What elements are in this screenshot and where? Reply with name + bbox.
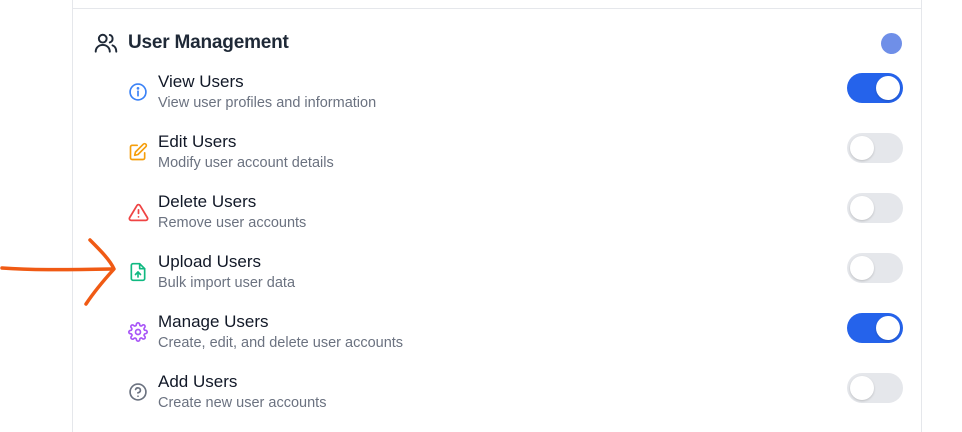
permission-row-manage-users: Manage Users Create, edit, and delete us… [125, 312, 905, 356]
add-users-toggle[interactable] [847, 373, 903, 403]
permissions-card: User Management View Users View user pro… [72, 0, 922, 432]
permission-title: Upload Users [158, 252, 261, 271]
users-icon [93, 30, 119, 56]
view-users-toggle[interactable] [847, 73, 903, 103]
permission-description: View user profiles and information [158, 95, 377, 111]
warning-icon [127, 201, 149, 223]
toggle-knob [850, 376, 874, 400]
permission-title: Manage Users [158, 312, 269, 331]
permission-description: Bulk import user data [158, 275, 296, 291]
permission-title: Add Users [158, 372, 238, 391]
toggle-knob [850, 196, 874, 220]
permission-description: Modify user account details [158, 155, 334, 171]
gear-icon [127, 321, 149, 343]
permission-title: Delete Users [158, 192, 257, 211]
permission-title: Edit Users [158, 132, 237, 151]
card-divider [73, 8, 921, 9]
toggle-knob [876, 316, 900, 340]
permission-row-add-users: Add Users Create new user accounts [125, 372, 905, 416]
permission-description: Remove user accounts [158, 215, 307, 231]
upload-users-toggle[interactable] [847, 253, 903, 283]
section-status-dot [881, 33, 902, 54]
permission-row-delete-users: Delete Users Remove user accounts [125, 192, 905, 236]
permissions-screen: User Management View Users View user pro… [0, 0, 962, 432]
permission-row-edit-users: Edit Users Modify user account details [125, 132, 905, 176]
annotation-arrow-icon [0, 238, 116, 306]
edit-users-toggle[interactable] [847, 133, 903, 163]
permission-title: View Users [158, 72, 244, 91]
info-icon [127, 81, 149, 103]
permission-description: Create, edit, and delete user accounts [158, 335, 404, 351]
file-upload-icon [127, 261, 149, 283]
permission-row-view-users: View Users View user profiles and inform… [125, 72, 905, 116]
toggle-knob [850, 256, 874, 280]
section-title: User Management [128, 32, 289, 53]
help-circle-icon [127, 381, 149, 403]
section-header: User Management [93, 30, 289, 56]
edit-icon [127, 141, 149, 163]
delete-users-toggle[interactable] [847, 193, 903, 223]
permission-description: Create new user accounts [158, 395, 327, 411]
manage-users-toggle[interactable] [847, 313, 903, 343]
toggle-knob [850, 136, 874, 160]
toggle-knob [876, 76, 900, 100]
permission-row-upload-users: Upload Users Bulk import user data [125, 252, 905, 296]
